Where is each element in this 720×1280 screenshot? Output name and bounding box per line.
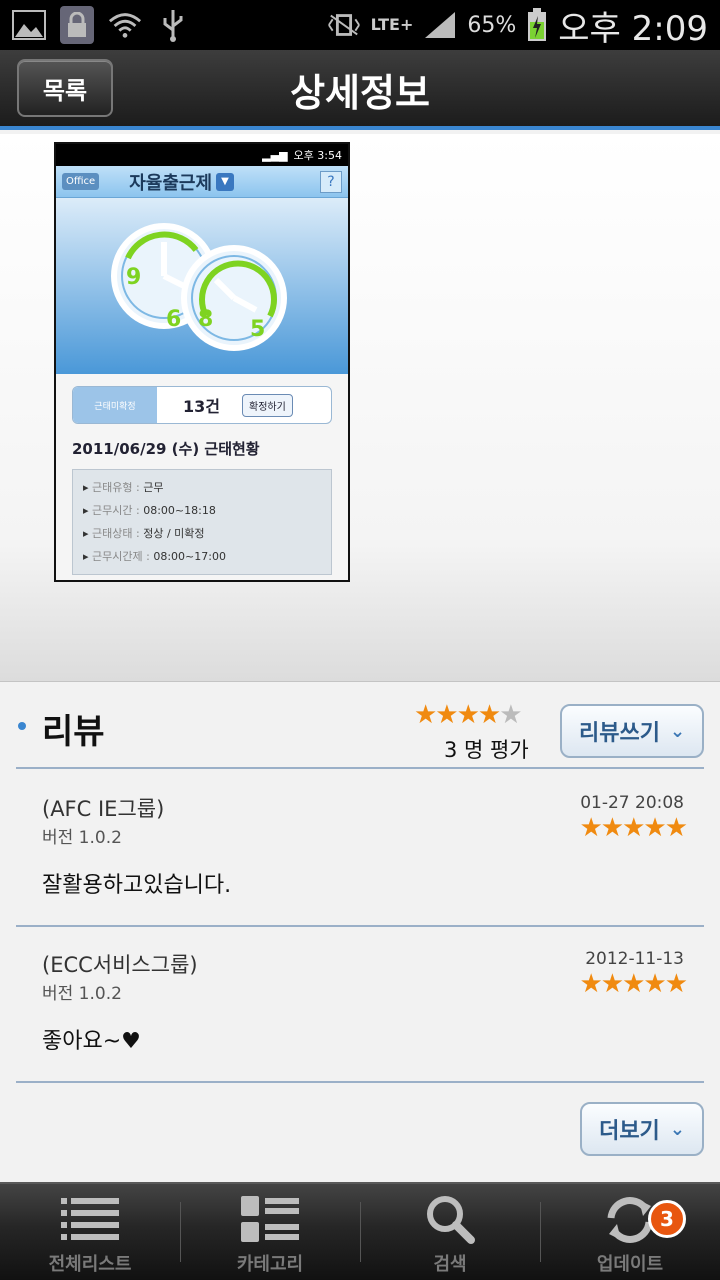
- clock-number: 9: [126, 265, 141, 290]
- row-key: 근태상태 :: [92, 527, 140, 540]
- review-author: (AFC IE그룹): [42, 797, 165, 821]
- review-version: 버전 1.0.2: [42, 984, 122, 1004]
- screenshot-row: ▸ 근태상태 : 정상 / 미확정: [83, 527, 205, 540]
- screenshot-status-bar: ▂▄▆ 오후 3:54: [56, 144, 348, 166]
- review-item: (AFC IE그룹) 버전 1.0.2 01-27 20:08 ★★★★★ 잘활…: [16, 771, 704, 927]
- screenshot-bar-count: 13건: [183, 397, 220, 416]
- screenshot-body: 근태미확정 13건 확정하기 2011/06/29 (수) 근태현황 ▸ 근태유…: [56, 374, 348, 580]
- screenshot-confirm-button: 확정하기: [242, 393, 293, 417]
- more-reviews-label: 더보기: [599, 1119, 660, 1144]
- nav-label: 검색: [433, 1254, 467, 1275]
- clock-number: 5: [250, 317, 265, 342]
- battery-charging-icon: [526, 8, 548, 41]
- screenshot-clock-illustration: 9 6 8 5: [56, 198, 348, 374]
- signal-icon: [423, 9, 457, 41]
- row-value: 근무: [143, 481, 164, 494]
- review-text: 좋아요~♥: [42, 1029, 141, 1054]
- screenshot-time: 오후 3:54: [293, 149, 342, 162]
- update-count-badge: 3: [648, 1200, 686, 1238]
- clock-icon: 9 6 8 5: [111, 223, 287, 351]
- row-key: 근무시간제 :: [92, 550, 150, 563]
- screenshot-row: ▸ 근태유형 : 근무: [83, 481, 164, 494]
- screenshot-app-logo: Office: [62, 173, 100, 190]
- row-value: 정상 / 미확정: [143, 527, 205, 540]
- title-bar: 목록 상세정보: [0, 50, 720, 130]
- clock-number: 6: [166, 307, 181, 332]
- nav-update[interactable]: 3 업데이트: [540, 1184, 720, 1280]
- screenshot-bar-label: 근태미확정: [73, 387, 157, 423]
- chevron-down-icon: ⌄: [669, 720, 686, 742]
- review-version: 버전 1.0.2: [42, 828, 122, 848]
- half-star-icon: ★: [499, 700, 522, 730]
- rating-count: 3 명 평가: [444, 738, 529, 762]
- clock-number: 8: [198, 307, 213, 332]
- review-item: (ECC서비스그룹) 버전 1.0.2 2012-11-13 ★★★★★ 좋아요…: [16, 927, 704, 1083]
- screenshot-signal-icon: ▂▄▆: [262, 148, 288, 162]
- screenshot-help-icon: ?: [320, 170, 342, 193]
- review-header: 리뷰 ★★★★★ 3 명 평가 리뷰쓰기 ⌄: [16, 684, 704, 769]
- nav-search[interactable]: 검색: [360, 1184, 540, 1280]
- screenshot-dropdown-icon: ▼: [216, 172, 235, 191]
- nav-label: 업데이트: [596, 1254, 664, 1275]
- network-type: LTE+: [370, 15, 414, 34]
- row-value: 08:00~17:00: [153, 550, 226, 563]
- gallery-icon: [12, 9, 46, 41]
- list-icon: [60, 1194, 120, 1244]
- battery-percent: 65%: [467, 12, 517, 38]
- usb-icon: [156, 9, 190, 42]
- screenshot-row: ▸ 근무시간제 : 08:00~17:00: [83, 550, 226, 563]
- screenshot-gallery: ▂▄▆ 오후 3:54 Office 자율출근제 ▼ ? 9 6 8 5 근태미…: [0, 134, 720, 682]
- lock-icon: [60, 6, 94, 44]
- search-icon: [420, 1194, 480, 1244]
- nav-label: 카테고리: [236, 1254, 304, 1275]
- screenshot-app-title: 자율출근제: [129, 172, 213, 194]
- nav-label: 전체리스트: [48, 1254, 132, 1275]
- row-key: 근무시간 :: [92, 504, 140, 517]
- row-value: 08:00~18:18: [143, 504, 216, 517]
- write-review-button[interactable]: 리뷰쓰기 ⌄: [560, 704, 704, 758]
- bullet-icon: [18, 722, 26, 730]
- chevron-down-icon: ⌄: [669, 1118, 685, 1140]
- screenshot-pending-bar: 근태미확정 13건 확정하기: [72, 386, 332, 424]
- review-text: 잘활용하고있습니다.: [42, 873, 232, 898]
- review-section-title: 리뷰: [42, 712, 105, 752]
- bottom-navigation: 전체리스트 카테고리 검색 3 업데이트: [0, 1182, 720, 1280]
- vibrate-mute-icon: [327, 9, 361, 41]
- row-key: 근태유형 :: [92, 481, 140, 494]
- more-reviews-button[interactable]: 더보기 ⌄: [580, 1102, 704, 1156]
- review-rating-stars: ★★★★★: [579, 969, 688, 999]
- review-date: 01-27 20:08: [580, 793, 684, 813]
- page-title: 상세정보: [290, 71, 430, 115]
- status-bar: LTE+ 65% 오후 2:09: [0, 0, 720, 50]
- screenshot-row: ▸ 근무시간 : 08:00~18:18: [83, 504, 216, 517]
- status-time: 오후 2:09: [558, 8, 708, 49]
- review-author: (ECC서비스그룹): [42, 953, 198, 977]
- average-rating-stars: ★★★★★: [414, 700, 523, 730]
- wifi-icon: [108, 9, 142, 41]
- nav-category[interactable]: 카테고리: [180, 1184, 360, 1280]
- review-date: 2012-11-13: [585, 949, 684, 969]
- screenshot-date-line: 2011/06/29 (수) 근태현황: [72, 440, 260, 458]
- category-grid-icon: [240, 1194, 300, 1244]
- nav-all-list[interactable]: 전체리스트: [0, 1184, 180, 1280]
- screenshot-header: Office 자율출근제 ▼ ?: [56, 166, 348, 198]
- review-rating-stars: ★★★★★: [579, 813, 688, 843]
- app-screenshot[interactable]: ▂▄▆ 오후 3:54 Office 자율출근제 ▼ ? 9 6 8 5 근태미…: [54, 142, 350, 582]
- write-review-label: 리뷰쓰기: [578, 721, 660, 746]
- screenshot-detail-box: ▸ 근태유형 : 근무 ▸ 근무시간 : 08:00~18:18 ▸ 근태상태 …: [72, 469, 332, 575]
